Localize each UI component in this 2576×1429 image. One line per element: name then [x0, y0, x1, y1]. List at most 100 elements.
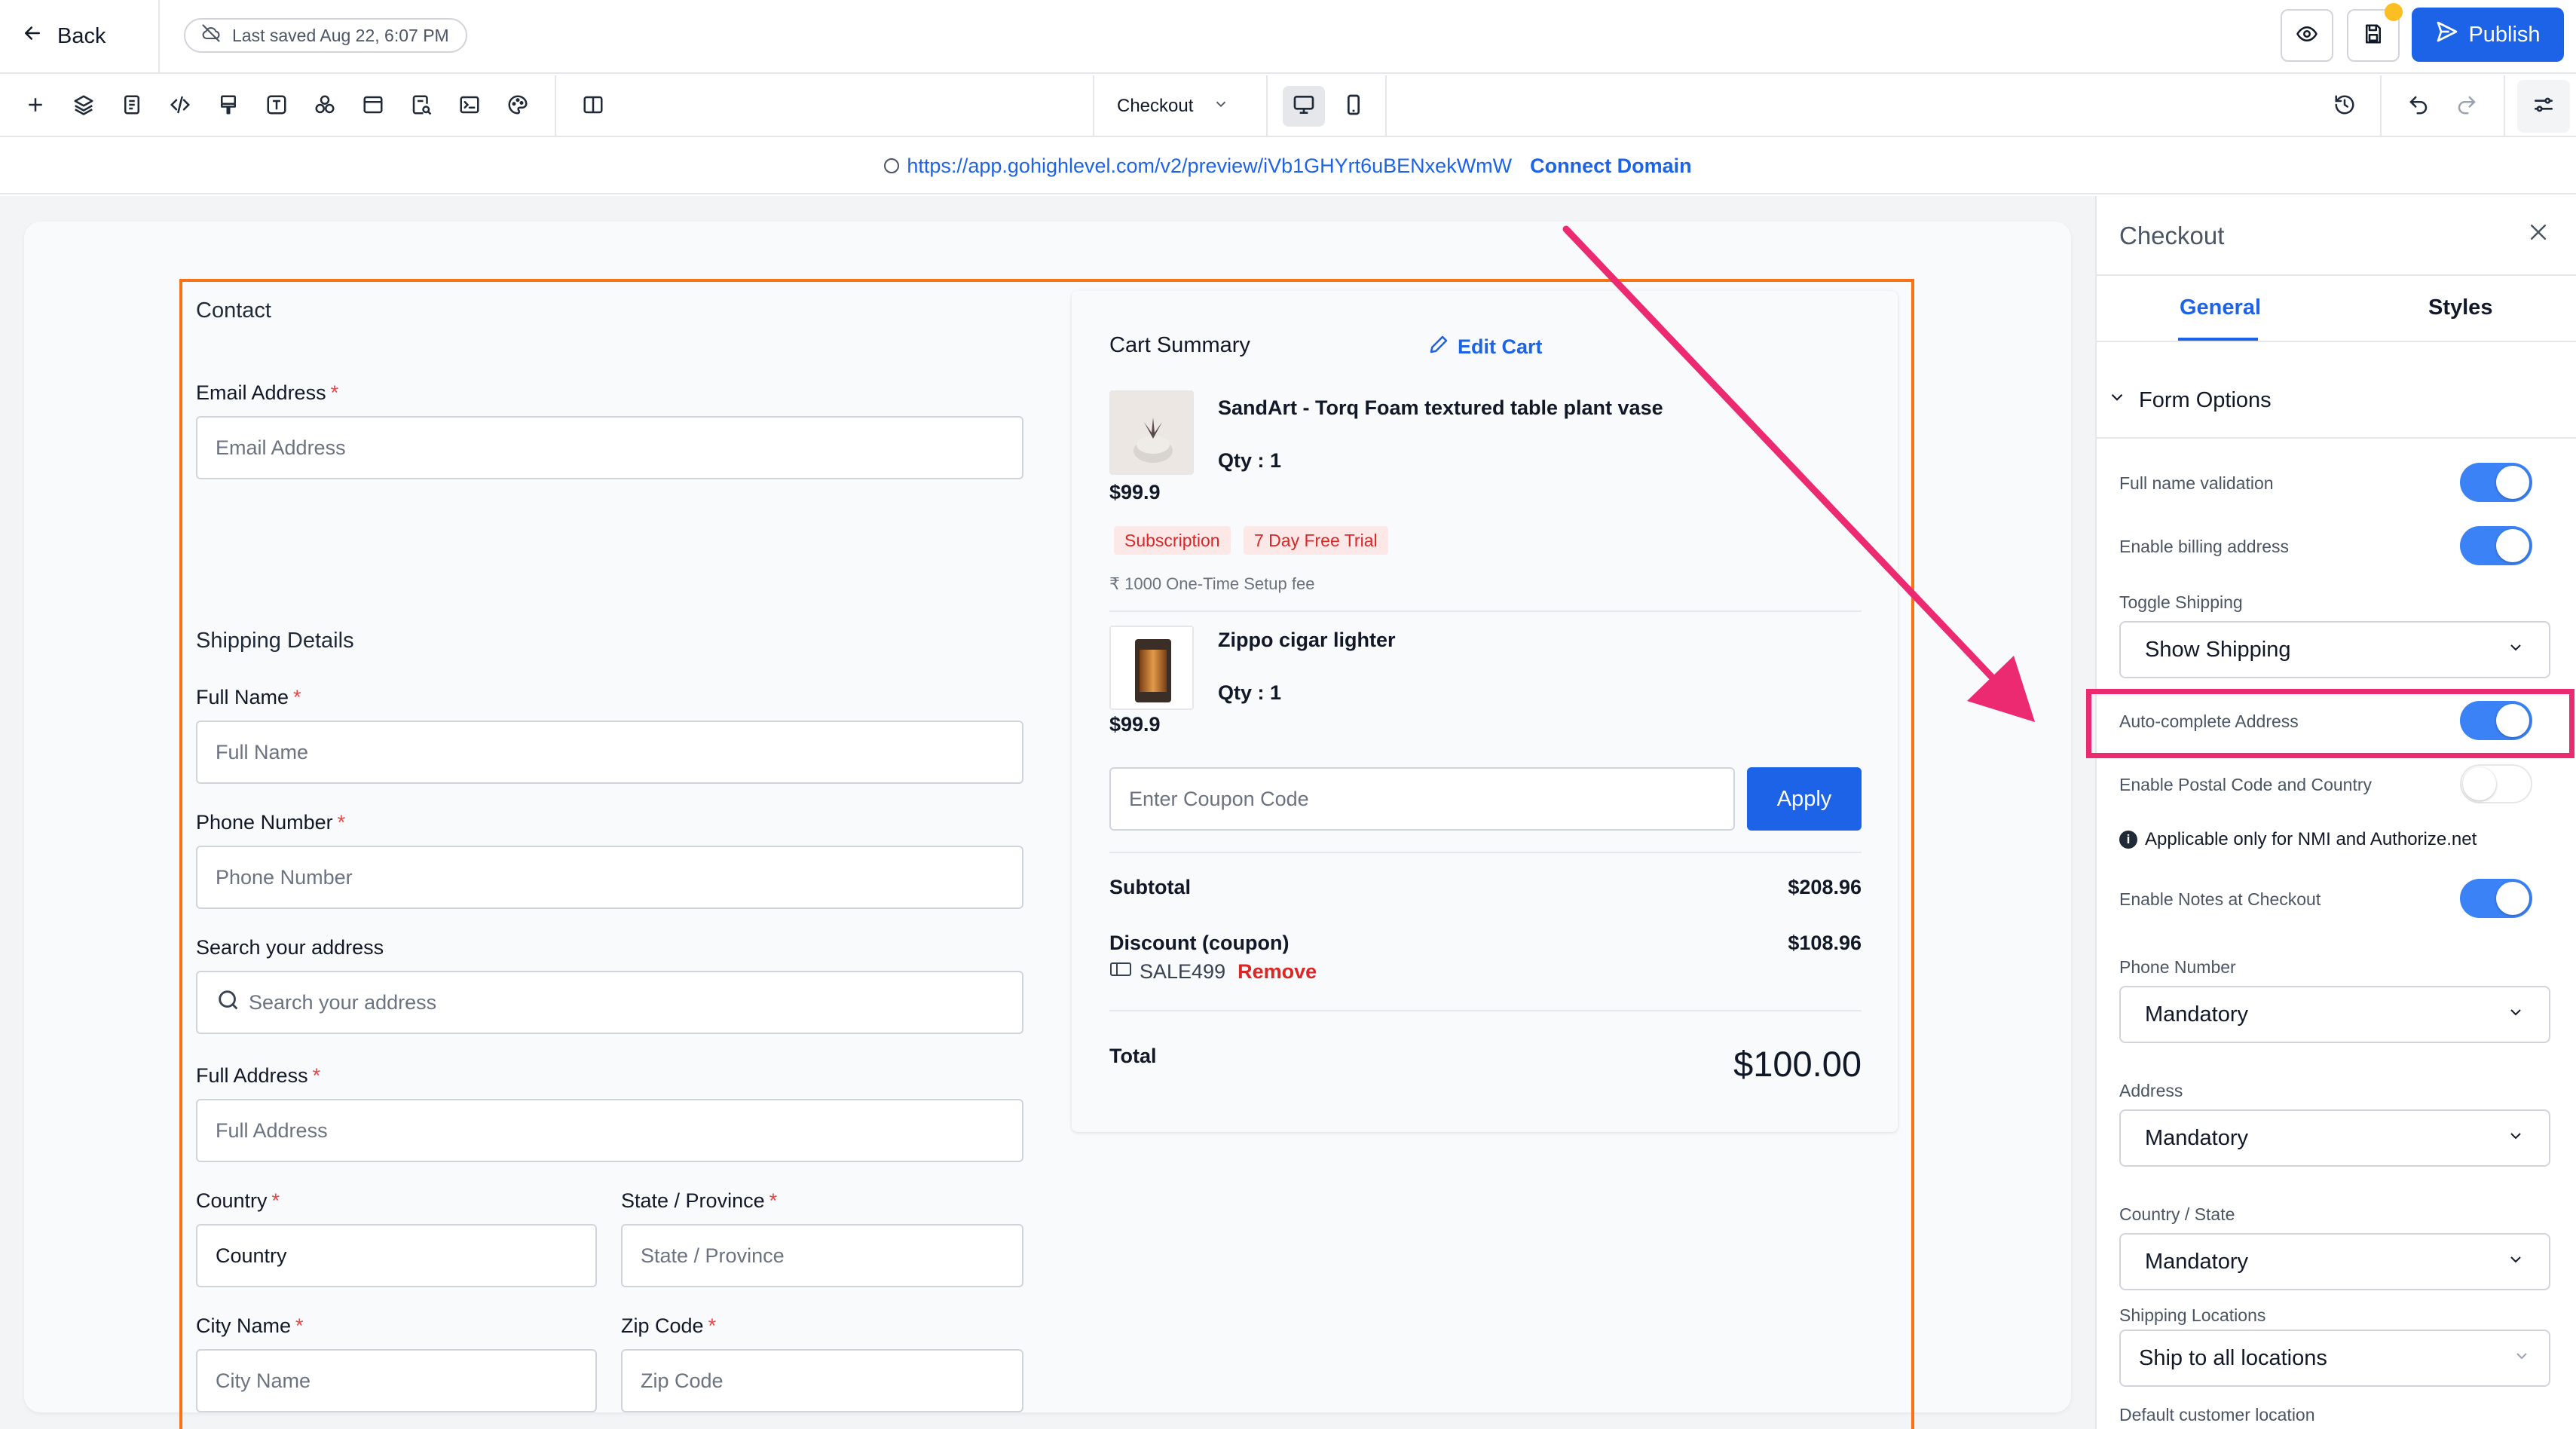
address-select[interactable]: Mandatory	[2119, 1109, 2550, 1167]
save-icon	[2362, 23, 2385, 49]
plus-icon	[24, 93, 47, 120]
phone-number-setting-label: Phone Number	[2119, 957, 2236, 977]
apply-coupon-button[interactable]: Apply	[1747, 767, 1862, 831]
page-selector[interactable]: Checkout	[1117, 89, 1229, 124]
pencil-icon	[1427, 333, 1450, 361]
editor-toolbar: Checkout	[0, 75, 2576, 137]
full-address-input[interactable]: Full Address	[196, 1099, 1023, 1162]
text-icon	[265, 93, 288, 120]
layers-button[interactable]	[65, 87, 102, 125]
theme-button[interactable]	[499, 87, 537, 125]
top-bar: Back Last saved Aug 22, 6:07 PM Publish	[0, 0, 2576, 74]
edit-cart-link[interactable]: Edit Cart	[1427, 333, 1543, 361]
total-value: $100.00	[1733, 1044, 1862, 1084]
pages-button[interactable]	[113, 87, 151, 125]
seo-button[interactable]	[402, 87, 440, 125]
full-name-input[interactable]: Full Name	[196, 721, 1023, 784]
mobile-view-button[interactable]	[1332, 86, 1375, 127]
postal-code-label: Enable Postal Code and Country	[2119, 775, 2372, 794]
shipping-locations-label: Shipping Locations	[2119, 1305, 2266, 1325]
undo-button[interactable]	[2400, 87, 2437, 125]
postal-code-toggle[interactable]	[2460, 764, 2532, 803]
popup-button[interactable]	[354, 87, 392, 125]
tab-general[interactable]: General	[2180, 295, 2261, 320]
zip-label: Zip Code *	[621, 1314, 717, 1337]
applied-coupon: SALE499 Remove	[1109, 960, 1317, 984]
product-qty: Qty : 1	[1218, 681, 1282, 704]
country-state-select[interactable]: Mandatory	[2119, 1233, 2550, 1290]
back-label: Back	[57, 23, 106, 48]
preview-button[interactable]	[2281, 9, 2333, 62]
toggle-shipping-select[interactable]: Show Shipping	[2119, 621, 2550, 678]
full-name-validation-toggle[interactable]	[2460, 463, 2532, 502]
chevron-down-icon	[2507, 1126, 2525, 1151]
split-view-button[interactable]	[574, 87, 612, 125]
product-name: SandArt - Torq Foam textured table plant…	[1218, 396, 1663, 419]
phone-number-select[interactable]: Mandatory	[2119, 986, 2550, 1043]
chevron-down-icon	[2507, 1002, 2525, 1027]
remove-coupon-link[interactable]: Remove	[1238, 960, 1317, 984]
state-label: State / Province *	[621, 1189, 778, 1212]
cart-summary-title: Cart Summary	[1109, 333, 1250, 357]
terminal-button[interactable]	[451, 87, 488, 125]
product-qty: Qty : 1	[1218, 449, 1282, 472]
send-icon	[2435, 20, 2459, 50]
divider	[1109, 1010, 1862, 1011]
preview-url-link[interactable]: https://app.gohighlevel.com/v2/preview/i…	[884, 155, 1512, 178]
phone-icon	[1342, 93, 1366, 121]
country-select[interactable]: Country	[196, 1224, 597, 1287]
nodes-icon	[314, 93, 336, 120]
info-icon: i	[2119, 831, 2137, 849]
chevron-down-icon	[2107, 387, 2127, 413]
zip-input[interactable]: Zip Code	[621, 1349, 1023, 1412]
state-input[interactable]: State / Province	[621, 1224, 1023, 1287]
connect-domain-link[interactable]: Connect Domain	[1530, 155, 1692, 178]
paint-brush-icon	[217, 93, 240, 120]
styles-button[interactable]	[210, 87, 247, 125]
unsaved-dot	[2385, 3, 2403, 21]
arrow-left-icon	[21, 22, 44, 50]
tab-styles[interactable]: Styles	[2428, 295, 2492, 320]
divider	[2097, 274, 2576, 276]
search-address-label: Search your address	[196, 936, 384, 959]
status-circle-icon	[884, 158, 900, 173]
subtotal-label: Subtotal	[1109, 876, 1191, 898]
search-address-input[interactable]: Search your address	[196, 971, 1023, 1034]
email-input[interactable]: Email Address	[196, 416, 1023, 479]
page-selector-label: Checkout	[1117, 96, 1194, 116]
publish-button[interactable]: Publish	[2412, 8, 2564, 62]
billing-address-toggle[interactable]	[2460, 526, 2532, 565]
integrations-button[interactable]	[306, 87, 344, 125]
back-button[interactable]: Back	[21, 17, 106, 56]
sliders-icon	[2532, 93, 2556, 121]
history-button[interactable]	[2326, 87, 2363, 125]
total-label: Total	[1109, 1045, 1157, 1067]
monitor-icon	[1292, 93, 1316, 121]
add-element-button[interactable]	[17, 87, 54, 125]
city-input[interactable]: City Name	[196, 1349, 597, 1412]
form-options-toggle[interactable]: Form Options	[2107, 387, 2272, 413]
code-icon	[169, 93, 191, 120]
phone-number-input[interactable]: Phone Number	[196, 846, 1023, 909]
settings-panel-button[interactable]	[2517, 80, 2570, 133]
product-name: Zippo cigar lighter	[1218, 629, 1396, 651]
discount-label: Discount (coupon)	[1109, 932, 1290, 954]
close-panel-button[interactable]	[2523, 219, 2553, 249]
free-trial-badge: 7 Day Free Trial	[1244, 526, 1388, 555]
redo-button[interactable]	[2448, 87, 2486, 125]
city-label: City Name *	[196, 1314, 304, 1337]
coupon-code-input[interactable]: Enter Coupon Code	[1109, 767, 1735, 831]
desktop-view-button[interactable]	[1283, 86, 1325, 127]
notes-checkout-toggle[interactable]	[2460, 879, 2532, 918]
document-icon	[121, 93, 143, 120]
text-button[interactable]	[258, 87, 295, 125]
ticket-icon	[1109, 960, 1132, 984]
chevron-down-icon	[2513, 1346, 2531, 1371]
last-saved-indicator: Last saved Aug 22, 6:07 PM	[184, 18, 467, 53]
preview-url-bar: https://app.gohighlevel.com/v2/preview/i…	[0, 139, 2576, 194]
code-button[interactable]	[161, 87, 199, 125]
shipping-locations-select[interactable]: Ship to all locations	[2119, 1330, 2550, 1387]
phone-number-label: Phone Number *	[196, 811, 346, 834]
product-image-lighter	[1109, 626, 1194, 710]
setup-fee-text: ₹ 1000 One-Time Setup fee	[1109, 574, 1315, 593]
